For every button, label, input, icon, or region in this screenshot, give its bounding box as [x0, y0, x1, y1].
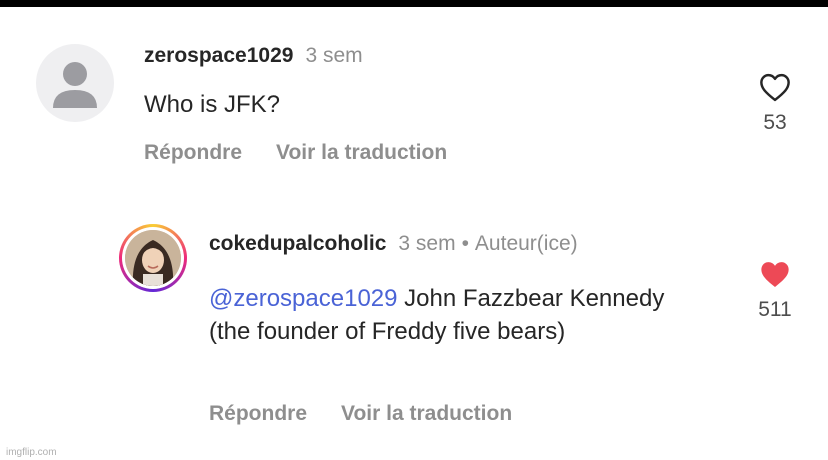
see-translation-button[interactable]: Voir la traduction [276, 141, 447, 165]
avatar[interactable] [36, 44, 114, 122]
comment-text: @zerospace1029 John Fazzbear Kennedy (th… [209, 282, 709, 348]
timestamp[interactable]: 3 sem [305, 44, 362, 67]
username[interactable]: cokedupalcoholic [209, 232, 386, 255]
avatar [125, 230, 181, 286]
profile-photo [125, 230, 181, 286]
see-translation-button[interactable]: Voir la traduction [341, 402, 512, 426]
reply-button[interactable]: Répondre [144, 141, 242, 165]
top-bar [0, 0, 828, 7]
heart-outline-icon[interactable] [758, 72, 792, 102]
comment-header: cokedupalcoholic 3 sem • Auteur(ice) [209, 232, 578, 256]
mention-link[interactable]: @zerospace1029 [209, 285, 397, 312]
person-silhouette-icon [53, 62, 97, 108]
timestamp[interactable]: 3 sem [398, 232, 455, 255]
author-badge: Auteur(ice) [474, 232, 578, 255]
watermark: imgflip.com [6, 447, 57, 458]
like-count: 511 [758, 298, 792, 321]
like-control: 53 [745, 72, 805, 135]
reply-button[interactable]: Répondre [209, 402, 307, 426]
comment-body: Who is JFK? [144, 91, 281, 118]
avatar-story-ring[interactable] [119, 224, 187, 292]
comment-actions: Répondre Voir la traduction [144, 141, 447, 165]
separator: • [461, 232, 469, 255]
like-count: 53 [763, 111, 787, 134]
comment-header: zerospace1029 3 sem [144, 44, 363, 68]
username[interactable]: zerospace1029 [144, 44, 293, 67]
like-control: 511 [745, 259, 805, 322]
heart-filled-icon[interactable] [758, 259, 792, 289]
comment-text: Who is JFK? [144, 88, 704, 121]
comment-actions: Répondre Voir la traduction [209, 402, 512, 426]
